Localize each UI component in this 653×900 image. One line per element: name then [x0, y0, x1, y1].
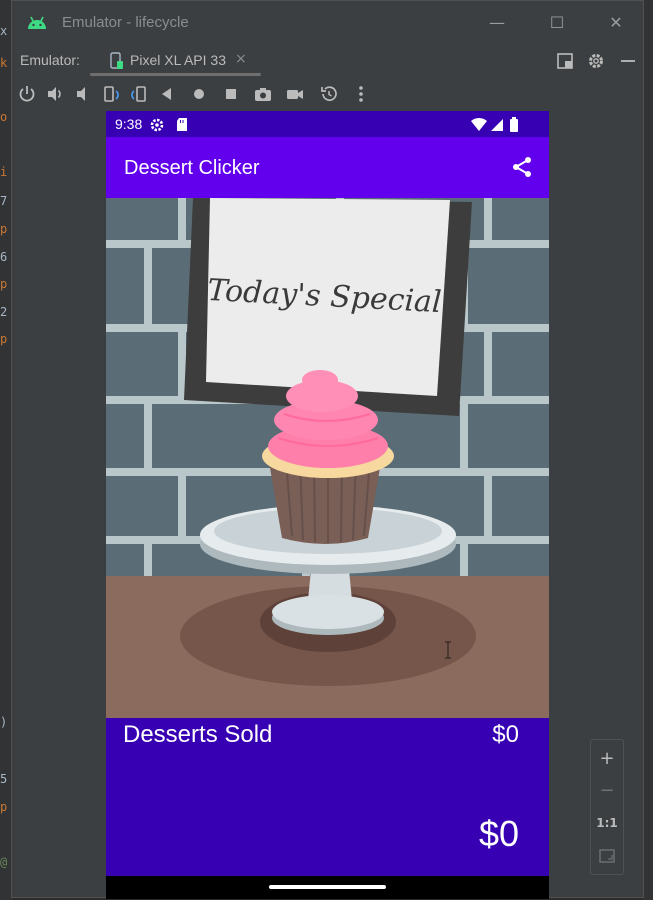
actual-size-button[interactable]: 1:1: [591, 808, 623, 838]
screenshot-icon[interactable]: [252, 83, 274, 105]
battery-icon: [510, 117, 518, 132]
zoom-out-button[interactable]: −: [591, 776, 623, 806]
gesture-nav-bar: [106, 876, 549, 899]
device-screen[interactable]: 9:38 Dessert Clicker Today's Special Des…: [106, 111, 549, 899]
gutter-fragment: p: [0, 222, 8, 236]
settings-icon[interactable]: [586, 51, 606, 71]
gutter-fragment: p: [0, 332, 8, 346]
sd-card-icon: [177, 118, 187, 131]
close-button[interactable]: ✕: [604, 11, 628, 35]
status-bar: 9:38: [106, 111, 549, 137]
window-mode-icon[interactable]: [555, 51, 575, 71]
gutter-fragment: x: [0, 24, 8, 38]
volume-up-icon[interactable]: [44, 83, 66, 105]
emulator-label: Emulator:: [20, 52, 80, 68]
ide-right-strip: [643, 0, 653, 900]
back-icon[interactable]: [156, 83, 178, 105]
minimize-button[interactable]: —: [485, 11, 509, 35]
rotate-left-icon[interactable]: [100, 83, 122, 105]
emulator-tab-row: Emulator: Pixel XL API 33 ×: [12, 45, 643, 77]
volume-down-icon[interactable]: [72, 83, 94, 105]
emulator-titlebar: Emulator - lifecycle — ☐ ✕: [12, 1, 643, 45]
hide-icon[interactable]: [618, 51, 638, 71]
gutter-fragment: 5: [0, 772, 8, 786]
maximize-button[interactable]: ☐: [545, 11, 569, 35]
gutter-fragment: ): [0, 715, 8, 729]
gutter-fragment: 6: [0, 250, 8, 264]
zoom-controls: + − 1:1: [590, 739, 624, 875]
app-title: Dessert Clicker: [124, 157, 260, 179]
android-icon: [28, 16, 46, 29]
signal-icon: [491, 119, 503, 131]
tab-label: Pixel XL API 33: [130, 52, 226, 68]
status-time: 9:38: [115, 116, 143, 132]
tab-active-indicator: [90, 73, 261, 76]
device-icon: [110, 52, 123, 69]
emulator-window: Emulator - lifecycle — ☐ ✕ Emulator: Pix…: [11, 0, 644, 899]
settings-gear-icon: [150, 118, 164, 132]
more-icon[interactable]: [350, 83, 372, 105]
tab-pixel-xl[interactable]: Pixel XL API 33 ×: [90, 45, 261, 77]
dessert-scene: Today's Special: [106, 198, 549, 718]
gutter-fragment: p: [0, 800, 8, 814]
rotate-right-icon[interactable]: [128, 83, 150, 105]
share-icon[interactable]: [510, 155, 534, 179]
desserts-sold-label: Desserts Sold: [123, 721, 273, 748]
gutter-fragment: @: [0, 855, 8, 869]
power-icon[interactable]: [16, 83, 38, 105]
overview-icon[interactable]: [220, 83, 242, 105]
zoom-in-button[interactable]: +: [591, 744, 623, 774]
gutter-fragment: p: [0, 277, 8, 291]
stats-panel: Desserts Sold $0 $0: [106, 718, 549, 876]
snapshot-icon[interactable]: [318, 83, 340, 105]
gutter-fragment: k: [0, 56, 8, 70]
desserts-sold-value: $0: [492, 721, 519, 748]
gutter-fragment: 7: [0, 194, 8, 208]
home-gesture-handle[interactable]: [269, 885, 386, 889]
gutter-fragment: 2: [0, 305, 8, 319]
window-title: Emulator - lifecycle: [62, 14, 189, 31]
emulator-toolbar: [12, 79, 643, 109]
home-icon[interactable]: [188, 83, 210, 105]
gutter-fragment: i: [0, 165, 8, 179]
revenue-value: $0: [478, 813, 519, 854]
wifi-icon: [471, 117, 487, 131]
text-cursor-icon: [445, 641, 451, 659]
tab-close-icon[interactable]: ×: [235, 51, 247, 67]
gutter-fragment: o: [0, 110, 8, 124]
fit-screen-icon[interactable]: [599, 848, 615, 864]
screenrecord-icon[interactable]: [284, 83, 306, 105]
app-bar: Dessert Clicker: [106, 137, 549, 198]
